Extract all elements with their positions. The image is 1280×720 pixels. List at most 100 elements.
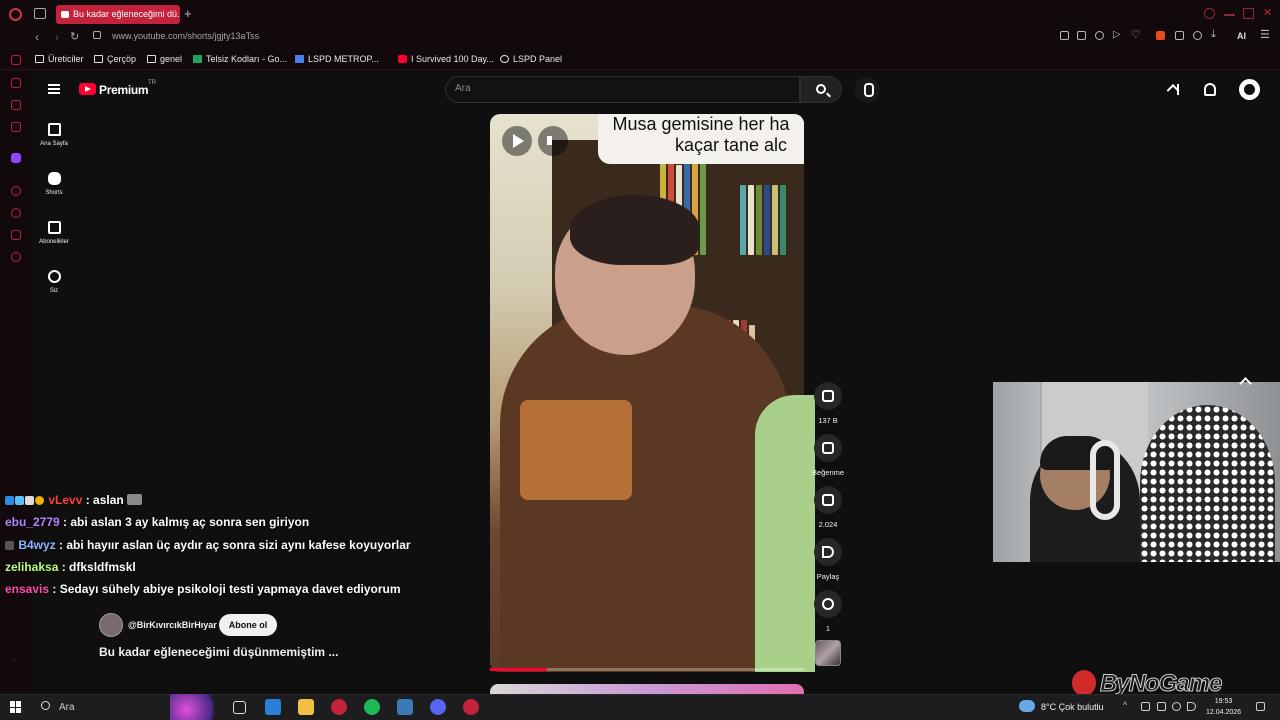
video-book [740,185,746,255]
channel-avatar[interactable] [99,613,123,637]
search-highlight-icon[interactable] [170,694,225,720]
bookmark-item[interactable]: Telsiz Kodları - Go... [193,54,287,64]
watermark-logo-icon [1072,670,1096,696]
extensions-icon[interactable] [1175,31,1184,40]
tray-usb-icon[interactable] [1157,702,1166,711]
bookmark-item[interactable]: Üreticiler [35,54,84,64]
opera-taskbar-icon[interactable] [331,699,347,715]
youtube-brand[interactable]: Premium [99,83,149,97]
bookmark-item[interactable]: I Survived 100 Day... [398,54,494,64]
guide-item-you[interactable]: Siz [32,270,76,310]
short-title[interactable]: Bu kadar eğleneceğimi düşünmemiştim ... [99,645,338,659]
network-icon[interactable] [1172,702,1181,711]
windows-start-icon[interactable] [10,701,22,713]
taskbar-search[interactable]: Ara [59,702,75,713]
aria-ai-button[interactable]: AI [1237,31,1246,41]
file-explorer-icon[interactable] [298,699,314,715]
notifications-bell-icon[interactable] [1204,83,1216,96]
search-input[interactable] [455,83,785,94]
share-button[interactable] [814,538,842,566]
sidebar-pinboard-icon[interactable] [11,230,21,240]
next-short-preview[interactable] [490,684,804,694]
task-view-icon[interactable] [233,701,246,714]
active-tab[interactable]: Bu kadar eğleneceğimi dü... [56,5,180,24]
subscribe-button[interactable]: Abone ol [219,614,277,636]
tray-chevron-icon[interactable]: ^ [1123,700,1132,710]
sidebar-history-icon[interactable] [11,55,21,65]
snapshot-icon[interactable] [1077,31,1086,40]
notification-center-icon[interactable] [1256,702,1265,711]
guide-item-shorts[interactable]: Shorts [32,172,76,212]
heart-icon[interactable]: ♡ [1131,28,1141,41]
lock-icon[interactable] [93,31,101,39]
voice-search-button[interactable] [854,77,880,103]
play-button[interactable] [502,126,532,156]
guide-item-home[interactable]: Ana Sayfa [32,123,76,163]
comments-button[interactable] [814,486,842,514]
bookmarks-bar [0,48,1280,70]
sidebar-player-icon[interactable] [11,186,21,196]
taskbar-clock[interactable]: 19:53 12.04.2026 [1206,696,1241,718]
new-tab-button[interactable]: + [184,6,192,21]
taskbar-search-icon[interactable] [41,701,50,710]
bookmark-item[interactable]: genel [147,54,182,64]
caption-line-1: Musa gemisine her ha [612,114,790,134]
search-button[interactable] [800,76,842,103]
shield-icon[interactable] [1095,31,1104,40]
forward-button[interactable]: › [55,30,59,44]
volume-button[interactable] [538,126,568,156]
dislike-button[interactable] [814,434,842,462]
url-bar[interactable]: www.youtube.com/shorts/jgjty13aTss [112,31,259,41]
reload-button[interactable]: ↻ [70,30,79,43]
search-tabs-icon[interactable] [1204,8,1215,19]
sidebar-messenger-icon[interactable] [11,100,21,110]
sidebar-instagram-icon[interactable] [11,122,21,132]
bookmark-item[interactable]: Çerçöp [94,54,136,64]
dislike-label: Beğenme [811,468,845,477]
like-button[interactable] [814,382,842,410]
bookmark-item[interactable]: LSPD METROP... [295,54,379,64]
minimize-button[interactable] [1224,14,1235,16]
previous-short-icon[interactable] [1238,374,1252,388]
volume-icon[interactable] [1187,702,1196,711]
clock-time: 19:53 [1214,698,1233,705]
download-icon[interactable]: ⤓ [1211,28,1220,40]
spotify-icon[interactable] [364,699,380,715]
steam-icon[interactable] [397,699,413,715]
weather-widget[interactable]: 8°C Çok bulutlu [1041,702,1104,712]
back-button[interactable]: ‹ [35,30,39,44]
youtube-logo-icon[interactable] [79,83,96,95]
sidebar-twitch-icon[interactable] [11,153,21,163]
store-icon[interactable] [265,699,281,715]
guide-item-subscriptions[interactable]: Abonelikler [32,221,76,261]
guide-menu-icon[interactable] [48,84,60,94]
opera-gx-icon[interactable] [463,699,479,715]
sidebar-more-icon[interactable]: ··· [11,656,21,666]
sidebar-settings-icon[interactable] [11,252,21,262]
profile-icon[interactable] [1193,31,1202,40]
close-window-button[interactable]: ✕ [1263,6,1274,19]
remix-button[interactable] [814,590,842,618]
chat-message: B4wyz : abi hayıır aslan üç aydır aç son… [5,538,411,552]
extension-metamask-icon[interactable] [1156,31,1165,40]
bookmark-item[interactable]: LSPD Panel [500,54,562,64]
opera-menu-icon[interactable] [9,8,22,21]
thumbs-up-icon [822,390,834,402]
play-icon[interactable]: ▷ [1113,29,1122,40]
tray-app-icon[interactable] [1141,702,1150,711]
sidebar-clock-icon[interactable] [11,208,21,218]
easy-setup-icon[interactable]: ☰ [1260,28,1270,41]
upload-icon[interactable] [1170,82,1186,98]
cloud-icon[interactable] [1019,700,1035,712]
home-icon [47,123,61,136]
chat-message: vLevv : aslan [5,493,143,507]
sound-thumbnail[interactable] [815,640,841,666]
restore-button[interactable] [1243,8,1254,19]
bookmark-page-icon[interactable] [1060,31,1069,40]
sidebar-shopping-icon[interactable] [11,78,21,88]
tab-overview-icon[interactable] [34,8,46,19]
channel-name[interactable]: @BirKıvırcıkBirHıyar [128,620,217,630]
account-avatar[interactable] [1239,79,1260,100]
chat-text: : Sedayı sühely abiye psikoloji testi ya… [52,582,401,596]
discord-icon[interactable] [430,699,446,715]
